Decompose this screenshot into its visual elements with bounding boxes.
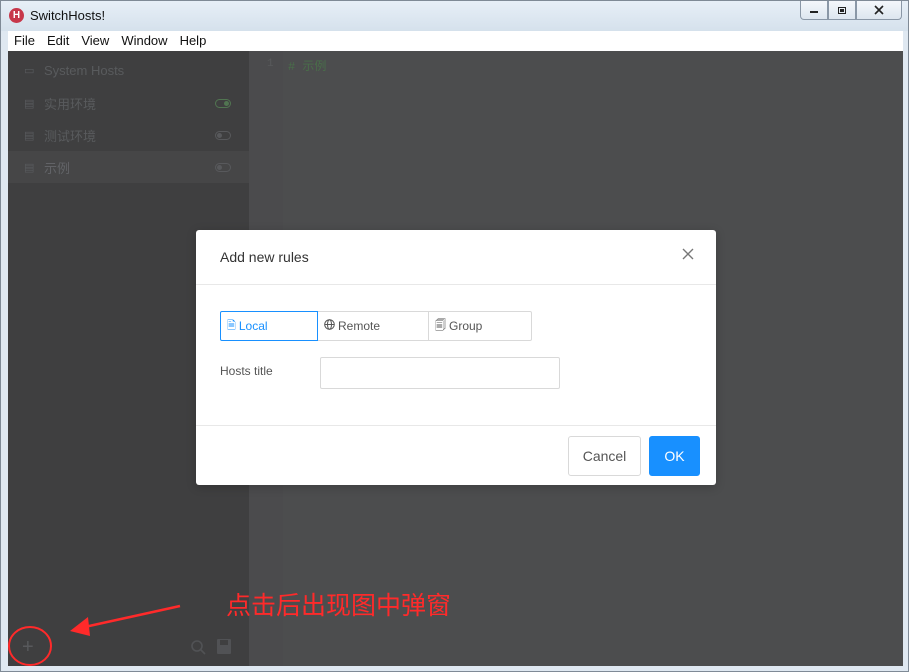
minimize-button[interactable]: [800, 1, 828, 20]
dialog-title: Add new rules: [220, 249, 309, 265]
menu-file[interactable]: File: [8, 31, 41, 51]
type-local-button[interactable]: 🗎 Local: [220, 311, 318, 341]
minimize-icon: [810, 11, 818, 13]
globe-icon: [324, 319, 335, 333]
restore-icon: [838, 7, 846, 14]
menu-edit[interactable]: Edit: [41, 31, 75, 51]
type-remote-button[interactable]: Remote: [317, 311, 429, 341]
maximize-button[interactable]: [828, 1, 856, 20]
type-label: Group: [449, 319, 483, 333]
close-icon: [874, 5, 884, 15]
app-logo-icon: H: [9, 8, 24, 23]
ok-button[interactable]: OK: [649, 436, 700, 476]
file-icon: 🗎: [227, 319, 236, 332]
menu-help[interactable]: Help: [174, 31, 213, 51]
add-rules-dialog: Add new rules 🗎 Local Remote 🗐 Group Hos…: [196, 230, 716, 485]
menu-view[interactable]: View: [75, 31, 115, 51]
window-controls: [800, 1, 902, 21]
dialog-footer: Cancel OK: [196, 425, 716, 486]
annotation-text: 点击后出现图中弹窗: [226, 591, 452, 620]
title-bar[interactable]: H SwitchHosts!: [1, 1, 908, 31]
files-icon: 🗐: [435, 319, 446, 332]
menu-bar: File Edit View Window Help: [8, 31, 903, 52]
type-group-button[interactable]: 🗐 Group: [428, 311, 532, 341]
dialog-header: Add new rules: [196, 230, 716, 285]
type-label: Local: [238, 319, 268, 333]
close-button[interactable]: [856, 1, 902, 20]
cancel-button[interactable]: Cancel: [568, 436, 641, 476]
dialog-close-button[interactable]: [682, 247, 694, 265]
hosts-title-input[interactable]: [320, 357, 560, 389]
type-label: Remote: [338, 319, 381, 333]
close-icon: [682, 248, 694, 260]
hosts-title-label: Hosts title: [220, 364, 273, 378]
app-content: ▭ System Hosts ▤ 实用环境 ▤ 测试环境 ▤ 示例 + 1 # …: [8, 51, 903, 666]
menu-window[interactable]: Window: [115, 31, 173, 51]
window-title: SwitchHosts!: [30, 8, 106, 23]
app-window: H SwitchHosts! File Edit View Window Hel…: [0, 0, 909, 672]
rule-type-selector: 🗎 Local Remote 🗐 Group: [220, 311, 532, 341]
